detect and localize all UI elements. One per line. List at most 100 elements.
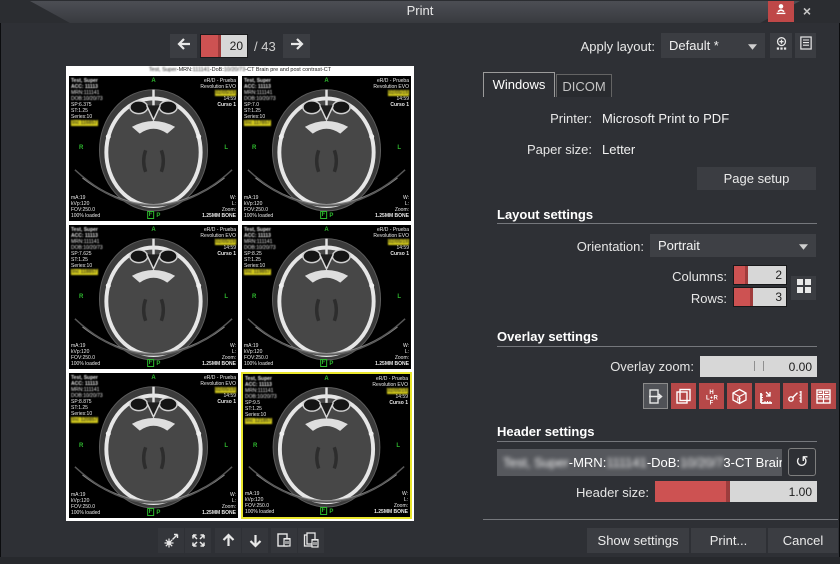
- preview-cell-selected[interactable]: Test, SuperACC: 11113MRN:111141DOB:10/20…: [241, 372, 412, 519]
- columns-spinner[interactable]: 2: [733, 265, 787, 285]
- apply-layout-label: Apply layout:: [500, 39, 655, 54]
- page-setup-button[interactable]: Page setup: [697, 167, 816, 190]
- page-number-value[interactable]: 20: [221, 35, 247, 57]
- divider: [483, 519, 838, 520]
- text-segment: 111141: [193, 67, 210, 73]
- overlay-text-line: 100% loaded: [245, 509, 274, 515]
- annotations-toggle[interactable]: [783, 383, 808, 409]
- preview-cell[interactable]: Test, SuperACC: 11113MRN:111141DOB:10/20…: [68, 372, 239, 519]
- header-reset-button[interactable]: ↺: [788, 448, 816, 476]
- prev-page-button[interactable]: [170, 34, 197, 58]
- cube-3d-toggle[interactable]: R: [727, 383, 752, 409]
- print-button[interactable]: Print...: [691, 528, 766, 553]
- orientation-marker: L: [397, 294, 401, 300]
- expand-button[interactable]: [185, 528, 211, 553]
- orientation-marker-p: P: [329, 509, 333, 515]
- overlay-text-line: Curso 1: [200, 251, 236, 257]
- orientation-value: Portrait: [658, 238, 700, 253]
- overlay-text-line: Inc 119857: [244, 269, 271, 275]
- text-segment: -DoB:: [647, 455, 680, 470]
- rows-spinner[interactable]: 3: [733, 287, 787, 307]
- overlay-bottom-left: mA:19kVp:120FOV:250.0100% loaded: [244, 343, 273, 367]
- overlay-zoom-label: Overlay zoom:: [540, 359, 694, 374]
- ruler-toggle[interactable]: [755, 383, 780, 409]
- columns-label: Columns:: [600, 269, 727, 284]
- page-up-button[interactable]: [215, 528, 241, 553]
- preview-cell[interactable]: Test, SuperACC: 11113MRN:111141DOB:10/20…: [241, 224, 412, 371]
- overlay-text-line: 02/05/19: [387, 388, 408, 394]
- spinner-drag-area[interactable]: [201, 35, 221, 57]
- header-size-slider[interactable]: 1.00: [655, 481, 817, 502]
- tab-dicom[interactable]: DICOM: [556, 74, 612, 97]
- tab-windows[interactable]: Windows: [483, 72, 555, 97]
- overlay-text-line: 100% loaded: [71, 510, 100, 516]
- overlay-settings-title: Overlay settings: [497, 329, 598, 344]
- header-size-value: 1.00: [789, 485, 812, 499]
- layout-settings-title: Layout settings: [497, 207, 593, 222]
- save-layout-button[interactable]: [770, 33, 792, 58]
- overlay-toggle-row: HLRFR: [643, 383, 836, 409]
- overlay-frames-toggle[interactable]: [671, 383, 696, 409]
- grid-2x2-icon: [796, 278, 812, 299]
- orientation-markers-toggle[interactable]: HLRF: [699, 383, 724, 409]
- svg-text:R: R: [714, 395, 719, 401]
- orientation-marker: R: [253, 443, 257, 449]
- move-overlay-toggle[interactable]: [643, 383, 668, 409]
- next-page-button[interactable]: [283, 34, 310, 58]
- orientation-marker: R: [79, 145, 83, 151]
- close-button[interactable]: ×: [797, 0, 817, 22]
- overlay-top-right: eR/D - PruebaRevolution EVO02/05/1914:59…: [373, 227, 409, 257]
- svg-text:F: F: [710, 400, 714, 405]
- cancel-button[interactable]: Cancel: [768, 528, 838, 553]
- divider: [497, 223, 817, 224]
- preview-cell[interactable]: Test, SuperACC: 11113MRN:111141DOB:10/20…: [68, 75, 239, 222]
- header-text-field[interactable]: Test, Super-MRN:111141-DoB:10/20/73-CT B…: [497, 449, 782, 476]
- spinner-drag-area[interactable]: [734, 266, 748, 284]
- apply-layout-select[interactable]: Default *: [661, 33, 765, 58]
- overlay-bottom-right: W:L:Zoom:1.25MM BONE: [375, 343, 409, 367]
- overlay-zoom-spinner[interactable]: 0.00: [700, 356, 817, 377]
- grid-table-toggle[interactable]: [811, 383, 836, 409]
- rows-value[interactable]: 3: [753, 288, 786, 306]
- spinner-ticks: [754, 361, 764, 371]
- orientation-marker-f: F: [147, 211, 155, 219]
- overlay-text-line: Inc 121857: [245, 418, 272, 424]
- printer-label: Printer:: [497, 111, 592, 126]
- orientation-marker: L: [224, 443, 228, 449]
- pin-user-button[interactable]: [768, 1, 794, 22]
- preview-cell[interactable]: Test, SuperACC: 11113MRN:111141DOB:10/20…: [68, 224, 239, 371]
- text-segment: -CT Brain pre and post contrast-CT: [245, 67, 331, 73]
- overlay-text-line: 1.25MM BONE: [375, 213, 409, 219]
- auto-fit-button[interactable]: [158, 528, 184, 553]
- overlay-text-line: DOB:10/20/73: [71, 393, 103, 399]
- show-settings-button[interactable]: Show settings: [587, 528, 689, 553]
- overlay-top-right: eR/D - PruebaRevolution EVO02/05/1914:59…: [373, 78, 409, 108]
- preview-cell[interactable]: Test, SuperACC: 11113MRN:111141DOB:10/20…: [241, 75, 412, 222]
- slider-handle[interactable]: [726, 481, 730, 502]
- overlay-text-line: 02/05/19: [388, 239, 409, 245]
- orientation-marker: A: [151, 227, 155, 233]
- orientation-marker-f: F: [147, 359, 155, 367]
- overlay-text-line: DOB:10/20/73: [244, 96, 276, 102]
- page-down-button[interactable]: [242, 528, 268, 553]
- overlay-text-line: Curso 1: [373, 102, 409, 108]
- spinner-drag-area[interactable]: [734, 288, 753, 306]
- orientation-select[interactable]: Portrait: [650, 234, 816, 257]
- preview-grid: Test, SuperACC: 11113MRN:111141DOB:10/20…: [68, 75, 412, 519]
- page-total-label: / 43: [254, 39, 276, 54]
- grid-layout-button[interactable]: [791, 276, 816, 300]
- overlay-text-line: 02/05/19: [215, 239, 236, 245]
- overlay-top-right: eR/D - PruebaRevolution EVO02/05/1914:59…: [372, 376, 408, 406]
- overlay-text-line: 02/05/19: [215, 387, 236, 393]
- overlay-text-line: 1.25MM BONE: [202, 213, 236, 219]
- delete-all-pages-button[interactable]: [298, 528, 324, 553]
- page-number-spinner[interactable]: 20: [200, 34, 248, 58]
- layout-list-button[interactable]: [795, 33, 816, 58]
- orientation-marker-p: P: [156, 361, 160, 367]
- orientation-marker-p: P: [156, 510, 160, 516]
- delete-page-button[interactable]: [271, 528, 297, 553]
- preview-page-header: Test, Super-MRN:111141-DoB:10/20/73-CT B…: [66, 66, 414, 75]
- overlay-text-line: Inc 120857: [71, 417, 98, 423]
- pin-user-icon: [774, 2, 788, 21]
- columns-value[interactable]: 2: [748, 266, 786, 284]
